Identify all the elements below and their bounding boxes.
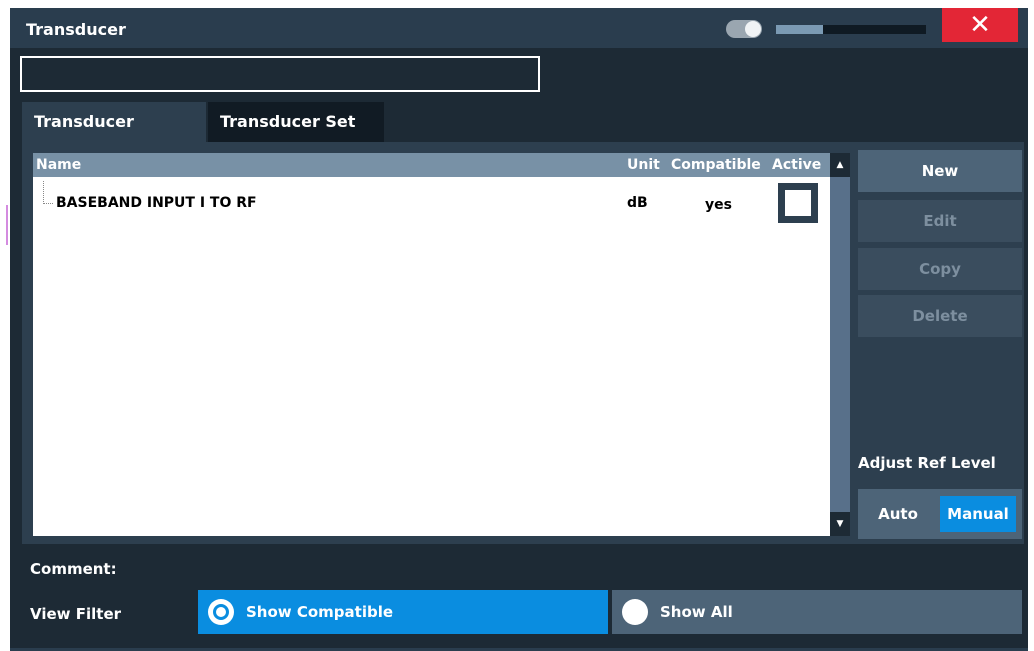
transducer-dialog: Transducer ✕ Transducer Factor Transduce…	[10, 8, 1028, 651]
copy-button[interactable]: Copy	[858, 248, 1022, 290]
title-bar: Transducer ✕	[10, 8, 1028, 48]
column-header-name[interactable]: Name	[36, 157, 81, 173]
new-button[interactable]: New	[858, 150, 1022, 192]
show-compatible-radio[interactable]: Show Compatible	[198, 590, 608, 634]
tab-transducer-factor[interactable]: Transducer Factor	[22, 102, 206, 171]
show-all-label: Show All	[660, 603, 733, 621]
row-unit: dB	[627, 195, 648, 211]
view-filter-label: View Filter	[30, 605, 122, 623]
tab-transducer-set[interactable]: Transducer Set	[208, 102, 384, 142]
show-all-radio[interactable]: Show All	[612, 590, 1022, 634]
close-icon: ✕	[969, 10, 991, 40]
table-header: Name Unit Compatible Active	[33, 153, 830, 177]
radio-unselected-icon	[622, 599, 648, 625]
toggle-icon[interactable]	[726, 20, 762, 38]
transducer-table: Name Unit Compatible Active BASEBAND INP…	[33, 153, 830, 536]
close-button[interactable]: ✕	[942, 8, 1018, 42]
table-row[interactable]: BASEBAND INPUT I TO RF dB yes	[33, 181, 830, 223]
transparency-slider[interactable]	[776, 25, 926, 34]
adjust-ref-level-toggle: Auto Manual	[858, 489, 1022, 539]
row-name: BASEBAND INPUT I TO RF	[56, 195, 257, 211]
tab-bar: Transducer Factor Transducer Set	[22, 102, 1024, 171]
row-compatible: yes	[705, 197, 732, 213]
checkbox-box	[785, 190, 811, 216]
scroll-down-icon[interactable]: ▼	[830, 512, 850, 536]
toggle-knob	[745, 21, 761, 37]
search-input[interactable]	[20, 56, 540, 92]
comment-label: Comment:	[30, 560, 117, 578]
table-scrollbar[interactable]: ▲ ▼	[830, 153, 850, 536]
radio-selected-icon	[208, 599, 234, 625]
dialog-title: Transducer	[26, 20, 126, 39]
active-checkbox[interactable]	[778, 183, 818, 223]
show-compatible-label: Show Compatible	[246, 603, 394, 621]
adjust-ref-level-label: Adjust Ref Level	[858, 454, 996, 472]
edge-marker	[6, 205, 8, 245]
radio-dot	[213, 604, 229, 620]
manual-option[interactable]: Manual	[940, 496, 1016, 532]
column-header-unit[interactable]: Unit	[627, 157, 660, 173]
column-header-active[interactable]: Active	[772, 157, 821, 173]
tree-connector-icon	[43, 181, 53, 204]
column-header-compatible[interactable]: Compatible	[671, 157, 761, 173]
auto-option[interactable]: Auto	[858, 489, 938, 539]
edit-button[interactable]: Edit	[858, 200, 1022, 242]
delete-button[interactable]: Delete	[858, 295, 1022, 337]
slider-fill	[776, 25, 823, 34]
scroll-up-icon[interactable]: ▲	[830, 153, 850, 177]
